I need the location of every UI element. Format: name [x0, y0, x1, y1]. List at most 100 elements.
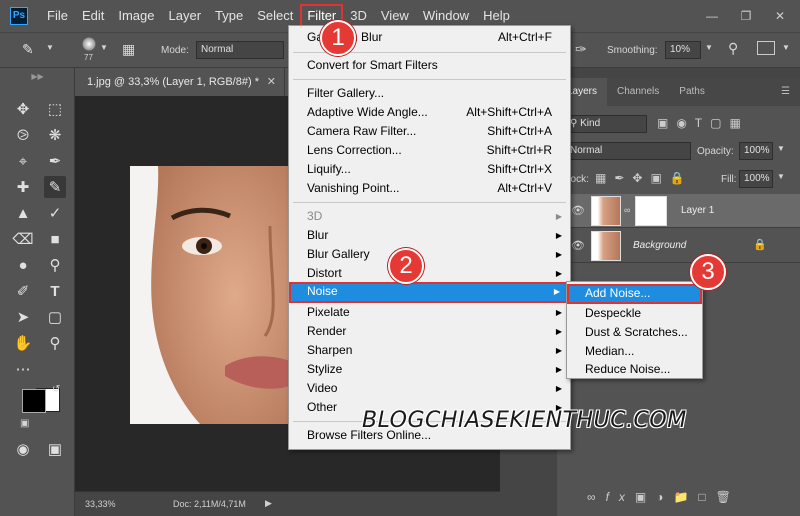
- submenu-arrow-icon: ▶: [555, 269, 562, 278]
- menu-item-stylize[interactable]: Stylize ▶: [289, 360, 570, 379]
- blend-mode-select[interactable]: Normal: [565, 142, 691, 160]
- menu-item-filter-gallery[interactable]: Filter Gallery...: [289, 84, 570, 103]
- menu-item-lens-correction[interactable]: Lens Correction... Shift+Ctrl+R: [289, 141, 570, 160]
- chevron-down-icon[interactable]: ▼: [777, 144, 785, 153]
- menu-file[interactable]: File: [40, 4, 75, 28]
- more-tools-icon[interactable]: ⋯: [12, 358, 34, 380]
- eye-icon[interactable]: 👁: [571, 204, 585, 217]
- crop-tool-icon[interactable]: ⌖: [12, 150, 34, 172]
- type-tool-icon[interactable]: T: [44, 280, 66, 302]
- menu-item-camera-raw[interactable]: Camera Raw Filter... Shift+Ctrl+A: [289, 122, 570, 141]
- zoom-level[interactable]: 33,33%: [85, 499, 116, 509]
- collapse-icon[interactable]: ▶▶: [0, 72, 75, 81]
- chevron-down-icon[interactable]: ▼: [705, 43, 713, 52]
- opacity-input[interactable]: 100%: [739, 142, 773, 160]
- lasso-tool-icon[interactable]: ⧁: [12, 124, 34, 146]
- menu-item-despeckle[interactable]: Despeckle: [567, 304, 702, 323]
- tab-channels[interactable]: Channels: [607, 78, 669, 106]
- document-tab[interactable]: 1.jpg @ 33,3% (Layer 1, RGB/8#) * ✕: [75, 68, 285, 96]
- hand-tool-icon[interactable]: ✋: [12, 332, 34, 354]
- layer-mask-thumbnail[interactable]: [635, 196, 667, 226]
- menu-item-blur-gallery[interactable]: Blur Gallery ▶: [289, 245, 570, 264]
- brush-tool-icon[interactable]: ✎: [22, 41, 34, 58]
- chevron-down-icon[interactable]: ▼: [777, 172, 785, 181]
- menu-item-reduce-noise[interactable]: Reduce Noise...: [567, 360, 702, 379]
- submenu-arrow-icon: ▶: [555, 384, 562, 393]
- menu-item-dust-scratches[interactable]: Dust & Scratches...: [567, 323, 702, 342]
- brush-preview-icon[interactable]: [82, 37, 96, 51]
- menu-item-adaptive-wide-angle[interactable]: Adaptive Wide Angle... Alt+Shift+Ctrl+A: [289, 103, 570, 122]
- layer-row[interactable]: 👁 ∞ Layer 1: [557, 194, 800, 228]
- gear-icon[interactable]: ⚲: [728, 40, 738, 57]
- portrait-image: [130, 166, 290, 424]
- pen-tool-icon[interactable]: ✐: [12, 280, 34, 302]
- tab-paths[interactable]: Paths: [669, 78, 715, 106]
- marquee-tool-icon[interactable]: ⬚: [44, 98, 66, 120]
- eyedropper-tool-icon[interactable]: ✒: [44, 150, 66, 172]
- fill-input[interactable]: 100%: [739, 170, 773, 188]
- swap-colors-icon[interactable]: ↺: [52, 384, 60, 395]
- menu-item-convert-smart-filters[interactable]: Convert for Smart Filters: [289, 56, 570, 75]
- chevron-down-icon[interactable]: ▼: [46, 43, 54, 52]
- chevron-down-icon[interactable]: ▼: [782, 43, 790, 52]
- close-icon[interactable]: ✕: [267, 68, 276, 96]
- minimize-icon[interactable]: —: [698, 6, 726, 26]
- step-badge-2: 2: [388, 248, 424, 284]
- link-icon[interactable]: ∞: [624, 205, 630, 215]
- shape-tool-icon[interactable]: ▢: [44, 306, 66, 328]
- history-brush-tool-icon[interactable]: ✓: [44, 202, 66, 224]
- menu-layer[interactable]: Layer: [162, 4, 209, 28]
- menu-item-sharpen[interactable]: Sharpen ▶: [289, 341, 570, 360]
- menu-item-render[interactable]: Render ▶: [289, 322, 570, 341]
- zoom-tool-icon[interactable]: ⚲: [44, 332, 66, 354]
- move-tool-icon[interactable]: ✥: [12, 98, 34, 120]
- close-icon[interactable]: ✕: [766, 6, 794, 26]
- gradient-tool-icon[interactable]: ■: [44, 228, 66, 250]
- layer-name[interactable]: Background: [633, 240, 686, 251]
- menu-item-add-noise[interactable]: Add Noise...: [567, 284, 702, 304]
- stamp-tool-icon[interactable]: ▲: [12, 202, 34, 224]
- menu-item-median[interactable]: Median...: [567, 342, 702, 361]
- restore-icon[interactable]: ❐: [732, 6, 760, 26]
- layer-filter-icons[interactable]: ▣◉T▢▦: [657, 116, 749, 130]
- watermark: BLOGCHIASEKIENTHUC.COM: [362, 408, 687, 433]
- brush-panel-icon[interactable]: ▦: [122, 41, 135, 58]
- chevron-right-icon[interactable]: ▶: [265, 498, 272, 509]
- menu-item-label: Pixelate: [307, 305, 350, 319]
- filter-kind-select[interactable]: ⚲ Kind: [565, 115, 647, 133]
- dodge-tool-icon[interactable]: ⚲: [44, 254, 66, 276]
- menu-edit[interactable]: Edit: [75, 4, 111, 28]
- menu-item-video[interactable]: Video ▶: [289, 379, 570, 398]
- path-select-tool-icon[interactable]: ➤: [12, 306, 34, 328]
- menu-item-pixelate[interactable]: Pixelate ▶: [289, 303, 570, 322]
- brush-tool-icon[interactable]: ✎: [44, 176, 66, 198]
- airbrush-icon[interactable]: ✑: [575, 41, 587, 58]
- panel-menu-icon[interactable]: ☰: [771, 78, 800, 106]
- menu-separator: [293, 79, 566, 80]
- workspace-icon[interactable]: [757, 41, 775, 55]
- quick-select-tool-icon[interactable]: ❋: [44, 124, 66, 146]
- layer-row[interactable]: 👁 Background 🔒: [557, 229, 800, 263]
- foreground-color-swatch[interactable]: [22, 389, 46, 413]
- menu-item-liquify[interactable]: Liquify... Shift+Ctrl+X: [289, 160, 570, 179]
- default-colors-icon[interactable]: ▣: [20, 418, 29, 429]
- screen-mode-icon[interactable]: ▣: [44, 438, 66, 460]
- menu-item-noise[interactable]: Noise ▶: [289, 282, 570, 303]
- menu-item-distort[interactable]: Distort ▶: [289, 264, 570, 283]
- menu-image[interactable]: Image: [111, 4, 161, 28]
- layer-name[interactable]: Layer 1: [681, 205, 714, 216]
- eye-icon[interactable]: 👁: [571, 239, 585, 252]
- menu-item-vanishing-point[interactable]: Vanishing Point... Alt+Ctrl+V: [289, 179, 570, 198]
- smoothing-input[interactable]: 10%: [665, 41, 701, 59]
- layer-actions[interactable]: ∞fx▣◑📁□🗑: [587, 490, 741, 504]
- mode-select[interactable]: Normal: [196, 41, 284, 59]
- chevron-down-icon[interactable]: ▼: [100, 43, 108, 52]
- lock-icons[interactable]: ▦✒✥▣🔒: [595, 171, 693, 185]
- quick-mask-icon[interactable]: ◉: [12, 438, 34, 460]
- blur-tool-icon[interactable]: ●: [12, 254, 34, 276]
- step-badge-1: 1: [320, 20, 356, 56]
- menu-item-blur[interactable]: Blur ▶: [289, 226, 570, 245]
- menu-type[interactable]: Type: [208, 4, 250, 28]
- eraser-tool-icon[interactable]: ⌫: [12, 228, 34, 250]
- healing-brush-tool-icon[interactable]: ✚: [12, 176, 34, 198]
